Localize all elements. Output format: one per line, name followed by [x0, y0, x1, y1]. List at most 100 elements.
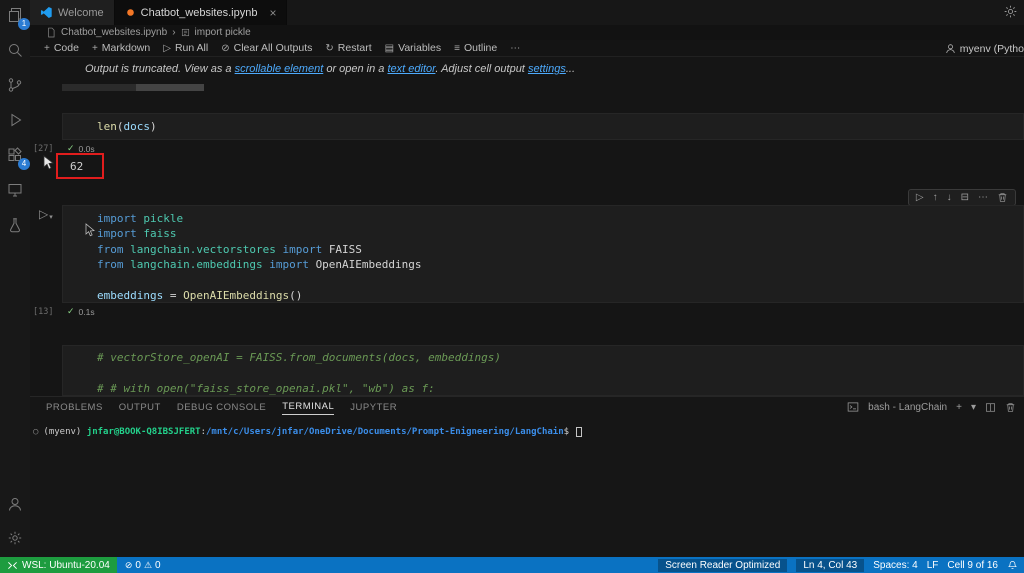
execute-above-icon[interactable]: ↑ [933, 192, 938, 203]
run-cell-button[interactable]: ▷▾ [39, 207, 53, 221]
terminal-cursor [576, 427, 582, 437]
annotation-red-box [56, 153, 104, 179]
execution-time: 0.0s [79, 144, 95, 154]
cursor-position-status[interactable]: Ln 4, Col 43 [796, 559, 864, 572]
source-control-icon[interactable] [4, 74, 26, 96]
terminal-prompt: (myenv) jnfar@BOOK-Q8IBSJFERT:/mnt/c/Use… [43, 427, 574, 437]
warning-icon: ⚠ [144, 560, 152, 571]
tab-welcome[interactable]: Welcome [30, 0, 115, 25]
extensions-badge: 4 [18, 158, 30, 170]
code-line [97, 365, 1023, 380]
remote-label: WSL: Ubuntu-20.04 [22, 560, 110, 571]
restart-button[interactable]: ↻Restart [325, 42, 371, 54]
more-icon: ⋯ [510, 43, 520, 54]
indentation-status[interactable]: Spaces: 4 [873, 560, 917, 571]
code-cell-comments[interactable]: # vectorStore_openAI = FAISS.from_docume… [62, 345, 1024, 396]
run-all-button[interactable]: ▷Run All [163, 42, 208, 54]
eol-status[interactable]: LF [927, 560, 939, 571]
run-debug-icon[interactable] [4, 109, 26, 131]
split-terminal-icon[interactable] [985, 402, 996, 413]
breadcrumb-file[interactable]: Chatbot_websites.ipynb [61, 27, 167, 38]
tab-notebook[interactable]: Chatbot_websites.ipynb × [115, 0, 288, 25]
output-scrollbar[interactable] [62, 84, 204, 91]
variables-button[interactable]: ▤Variables [385, 42, 441, 54]
execute-below-icon[interactable]: ↓ [947, 192, 952, 203]
activity-bar-bottom [4, 493, 26, 557]
truncation-link[interactable]: scrollable element [235, 63, 324, 75]
delete-cell-icon[interactable] [997, 192, 1008, 203]
remote-explorer-icon[interactable] [4, 179, 26, 201]
explorer-badge: 1 [18, 18, 30, 30]
terminal-prompt-line[interactable]: ○ (myenv) jnfar@BOOK-Q8IBSJFERT:/mnt/c/U… [33, 427, 582, 437]
tab-label: Welcome [58, 7, 104, 19]
extensions-icon[interactable]: 4 [4, 144, 26, 166]
status-bar-right: Screen Reader Optimized Ln 4, Col 43 Spa… [658, 559, 1024, 572]
execution-time: 0.1s [79, 307, 95, 317]
add-markdown-button[interactable]: +Markdown [92, 42, 150, 54]
cell-position-status[interactable]: Cell 9 of 16 [947, 560, 998, 571]
mouse-cursor-hand [43, 155, 55, 171]
clear-icon: ⊘ [221, 43, 229, 54]
panel-tab-debug-console[interactable]: DEBUG CONSOLE [177, 402, 266, 413]
new-terminal-icon[interactable]: + [956, 402, 962, 413]
activity-bar: 1 4 [0, 0, 30, 557]
toolbar-label: Code [54, 42, 79, 54]
truncation-link[interactable]: text editor [387, 63, 435, 75]
breadcrumb[interactable]: Chatbot_websites.ipynb › import pickle [30, 25, 1024, 40]
symbol-icon [181, 28, 190, 37]
bottom-panel: PROBLEMS OUTPUT DEBUG CONSOLE TERMINAL JUPYT… [30, 396, 1024, 557]
terminal-instance-label[interactable]: bash - LangChain [868, 402, 947, 413]
titlebar-gear-icon[interactable] [1003, 4, 1018, 19]
split-cell-icon[interactable]: ⊟ [961, 192, 969, 203]
notifications-bell-icon[interactable] [1007, 560, 1018, 571]
clear-all-outputs-button[interactable]: ⊘ Clear All Outputs [221, 42, 312, 54]
code-line: import pickle [97, 211, 1023, 226]
execute-cell-icon[interactable]: ▷ [916, 192, 924, 203]
code-line: from langchain.embeddings import OpenAIE… [97, 257, 1023, 272]
panel-controls: bash - LangChain + ▾ [847, 401, 1016, 413]
restart-icon: ↻ [325, 43, 333, 54]
panel-tab-terminal[interactable]: TERMINAL [282, 401, 334, 415]
truncation-text: ... [566, 63, 575, 75]
problems-indicator[interactable]: ⊘ 0 ⚠ 0 [117, 560, 161, 571]
toolbar-label: Clear All Outputs [234, 42, 313, 54]
more-actions-button[interactable]: ⋯ [510, 43, 520, 54]
code-cell-imports[interactable]: import pickleimport faissfrom langchain.… [62, 205, 1024, 303]
terminal-dropdown-icon[interactable]: ▾ [971, 402, 976, 413]
tab-bar: Welcome Chatbot_websites.ipynb × [30, 0, 1024, 25]
search-icon[interactable] [4, 39, 26, 61]
play-icon: ▷ [39, 207, 48, 221]
breadcrumb-cell[interactable]: import pickle [195, 27, 251, 38]
code-line: import faiss [97, 226, 1023, 241]
file-icon [46, 27, 56, 38]
output-scrollbar-thumb[interactable] [62, 84, 136, 91]
code-line: # # with open("faiss_store_openai.pkl", … [97, 381, 1023, 396]
account-icon[interactable] [4, 493, 26, 515]
testing-icon[interactable] [4, 214, 26, 236]
explorer-icon[interactable]: 1 [4, 4, 26, 26]
kill-terminal-icon[interactable] [1005, 402, 1016, 413]
panel-tab-problems[interactable]: PROBLEMS [46, 402, 103, 413]
code-line: embeddings = OpenAIEmbeddings() [97, 288, 1023, 303]
kernel-icon [945, 43, 956, 54]
tab-label: Chatbot_websites.ipynb [141, 7, 258, 19]
remote-indicator[interactable]: WSL: Ubuntu-20.04 [0, 557, 117, 573]
panel-tab-output[interactable]: OUTPUT [119, 402, 161, 413]
more-actions-icon[interactable]: ⋯ [978, 192, 988, 203]
close-tab-icon[interactable]: × [269, 7, 276, 19]
add-code-button[interactable]: +Code [44, 42, 79, 54]
error-count: 0 [135, 560, 141, 571]
kernel-picker[interactable]: myenv (Pytho [945, 40, 1024, 57]
panel-tab-jupyter[interactable]: JUPYTER [350, 402, 397, 413]
code-line: from langchain.vectorstores import FAISS [97, 242, 1023, 257]
settings-gear-icon[interactable] [4, 527, 26, 549]
terminal-icon [847, 401, 859, 413]
code-line: # vectorStore_openAI = FAISS.from_docume… [97, 350, 1023, 365]
chevron-down-icon: ▾ [49, 213, 53, 221]
outline-button[interactable]: ≡Outline [454, 42, 497, 54]
code-cell-len-docs[interactable]: len(docs) [62, 113, 1024, 140]
screen-reader-status[interactable]: Screen Reader Optimized [658, 559, 787, 572]
truncation-link[interactable]: settings [528, 63, 566, 75]
notebook-file-icon [125, 7, 136, 18]
mouse-cursor-arrow [85, 223, 95, 237]
